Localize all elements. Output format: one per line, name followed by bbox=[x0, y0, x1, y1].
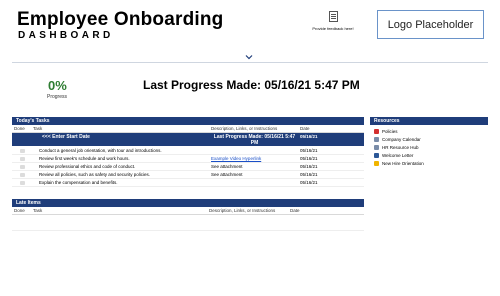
task-name: Review professional ethics and code of c… bbox=[39, 164, 136, 169]
task-checkbox[interactable] bbox=[20, 156, 25, 161]
resource-item-hr-resource-hub[interactable]: HR Resource Hub bbox=[370, 143, 488, 151]
resource-label: Welcome Letter bbox=[382, 152, 414, 158]
task-date: 05/16/21 bbox=[300, 180, 318, 185]
start-row-last-progress: Last Progress Made: 05/16/21 5:47 PM bbox=[213, 134, 296, 146]
todays-tasks-header: Today's Tasks bbox=[12, 117, 364, 125]
late-items-empty-area bbox=[12, 215, 364, 231]
last-progress-heading: Last Progress Made: 05/16/21 5:47 PM bbox=[143, 78, 360, 92]
resource-item-policies[interactable]: Policies bbox=[370, 127, 488, 135]
column-description: Description, Links, or Instructions bbox=[211, 126, 278, 131]
task-name: Explain the compensation and benefits. bbox=[39, 180, 118, 185]
resources-panel: Resources Policies Company Calendar HR R… bbox=[370, 117, 488, 167]
column-date: Date bbox=[290, 208, 300, 213]
table-row: Review professional ethics and code of c… bbox=[12, 163, 364, 171]
task-description: See attachment bbox=[211, 172, 243, 177]
column-done: Done bbox=[14, 208, 25, 213]
task-name: Review first week's schedule and work ho… bbox=[39, 156, 130, 161]
header-divider bbox=[12, 62, 488, 63]
word-doc-icon bbox=[374, 152, 379, 158]
task-description bbox=[209, 179, 298, 186]
logo-placeholder-label: Logo Placeholder bbox=[387, 18, 474, 31]
table-row: Review first week's schedule and work ho… bbox=[12, 155, 364, 163]
example-video-hyperlink[interactable]: Example Video Hyperlink bbox=[211, 156, 261, 161]
dashboard-subtitle: DASHBOARD bbox=[18, 30, 114, 41]
feedback-label: Provide feedback here! bbox=[312, 26, 354, 31]
task-date: 05/16/21 bbox=[300, 156, 318, 161]
table-row: Explain the compensation and benefits. 0… bbox=[12, 179, 364, 187]
link-icon bbox=[374, 144, 379, 150]
chevron-down-icon[interactable] bbox=[245, 53, 253, 61]
task-description: See attachment bbox=[211, 164, 243, 169]
task-name: Conduct a general job orientation, with … bbox=[39, 148, 162, 153]
dashboard-title: Employee Onboarding bbox=[17, 9, 224, 30]
task-checkbox[interactable] bbox=[20, 172, 25, 177]
slides-icon bbox=[374, 160, 379, 166]
late-items-panel: Late Items Done Task Description, Links,… bbox=[12, 199, 364, 231]
late-items-header: Late Items bbox=[12, 199, 364, 207]
task-date: 05/16/21 bbox=[300, 148, 318, 153]
task-date: 05/16/21 bbox=[300, 172, 318, 177]
column-description: Description, Links, or Instructions bbox=[209, 208, 276, 213]
task-checkbox[interactable] bbox=[20, 148, 25, 153]
column-date: Date bbox=[300, 126, 310, 131]
late-items-column-headers: Done Task Description, Links, or Instruc… bbox=[12, 207, 364, 215]
link-icon bbox=[374, 136, 379, 142]
tasks-column-headers: Done Task Description, Links, or Instruc… bbox=[12, 125, 364, 133]
task-checkbox[interactable] bbox=[20, 164, 25, 169]
column-done: Done bbox=[14, 126, 25, 131]
column-task: Task bbox=[33, 126, 43, 131]
table-row: Conduct a general job orientation, with … bbox=[12, 147, 364, 155]
feedback-link[interactable]: Provide feedback here! bbox=[308, 11, 358, 31]
progress-label: Progress bbox=[47, 94, 68, 100]
resource-item-new-hire-orientation[interactable]: New Hire Orientation bbox=[370, 159, 488, 167]
task-checkbox[interactable] bbox=[20, 180, 25, 185]
enter-start-date-cell[interactable]: <<< Enter Start Date bbox=[31, 133, 209, 146]
resource-item-welcome-letter[interactable]: Welcome Letter bbox=[370, 151, 488, 159]
resource-label: New Hire Orientation bbox=[382, 160, 424, 166]
logo-placeholder: Logo Placeholder bbox=[377, 10, 484, 39]
feedback-document-icon bbox=[328, 11, 338, 22]
start-date-row[interactable]: <<< Enter Start Date Last Progress Made:… bbox=[12, 133, 364, 147]
resource-label: Company Calendar bbox=[382, 136, 421, 142]
column-task: Task bbox=[33, 208, 43, 213]
task-description bbox=[209, 147, 298, 154]
table-row: Review all policies, such as safety and … bbox=[12, 171, 364, 179]
progress-percent: 0% bbox=[48, 78, 67, 93]
start-row-done-cell bbox=[12, 133, 31, 146]
resource-label: HR Resource Hub bbox=[382, 144, 419, 150]
pdf-icon bbox=[374, 128, 379, 134]
task-description-link: Example Video Hyperlink bbox=[209, 155, 298, 162]
resource-label: Policies bbox=[382, 128, 398, 134]
resource-item-company-calendar[interactable]: Company Calendar bbox=[370, 135, 488, 143]
task-name: Review all policies, such as safety and … bbox=[39, 172, 151, 177]
start-row-date: 05/16/21 bbox=[300, 134, 318, 139]
todays-tasks-panel: Today's Tasks Done Task Description, Lin… bbox=[12, 117, 364, 187]
resources-header: Resources bbox=[370, 117, 488, 125]
task-date: 05/16/21 bbox=[300, 164, 318, 169]
